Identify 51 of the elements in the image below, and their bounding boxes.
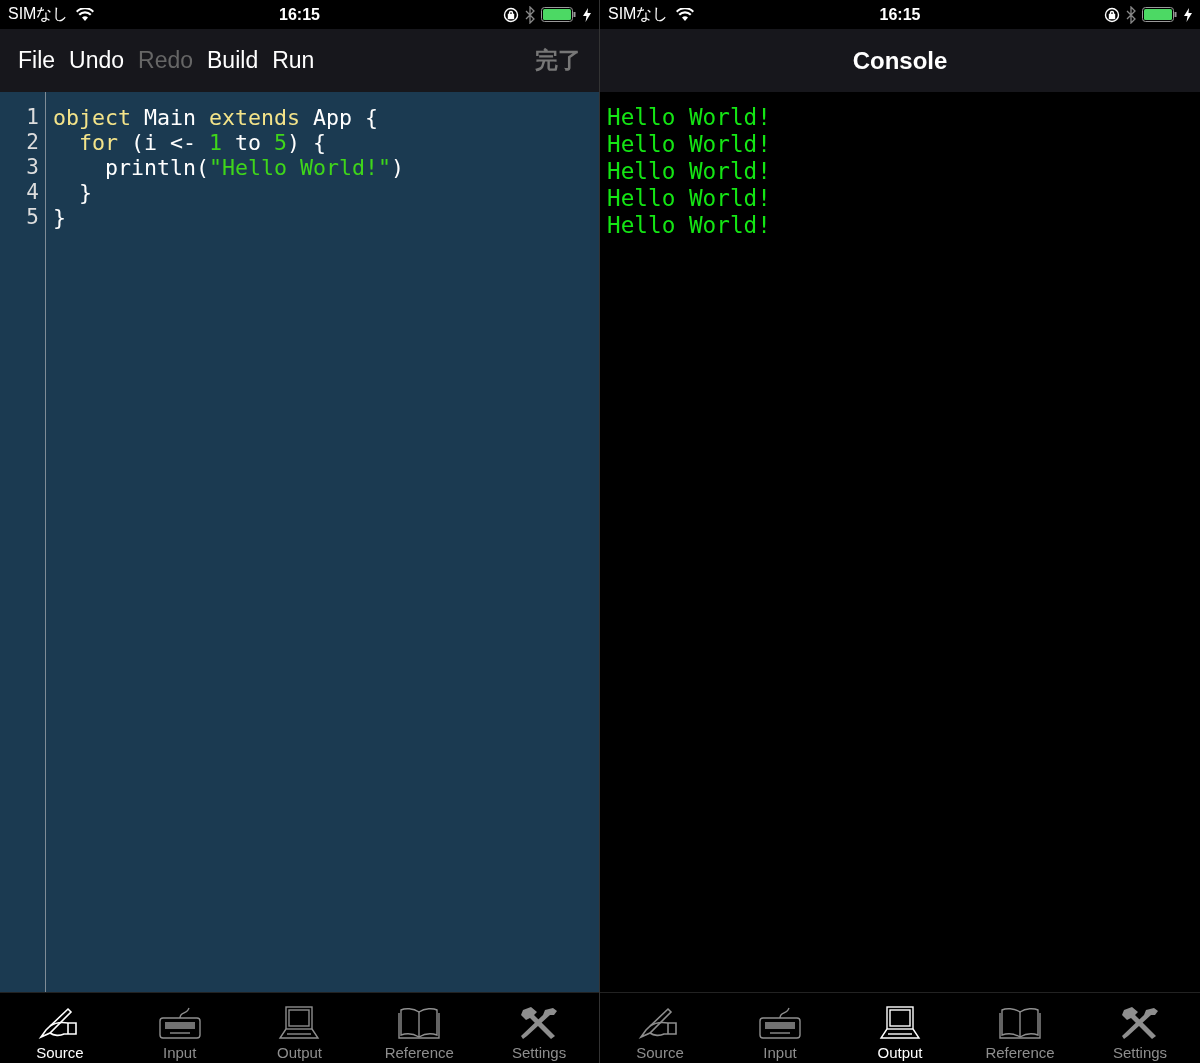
code-line: object Main extends App { — [53, 105, 380, 130]
charging-icon — [583, 7, 591, 22]
computer-icon — [277, 1006, 322, 1040]
line-number: 2 — [25, 130, 40, 155]
output-line: Hello World! — [607, 185, 772, 212]
rotation-lock-icon — [1104, 6, 1120, 23]
toolbar-button[interactable]: File — [18, 47, 56, 74]
keyboard-icon — [157, 1006, 202, 1040]
line-number: 3 — [25, 155, 40, 180]
tab[interactable]: Reference — [359, 993, 480, 1063]
output-line: Hello World! — [607, 104, 772, 131]
tab[interactable]: Source — [600, 993, 720, 1063]
carrier-label: SIMなし — [608, 4, 669, 24]
computer-icon — [878, 1006, 922, 1040]
line-number: 1 — [25, 105, 40, 130]
tab[interactable]: Output — [239, 993, 360, 1063]
carrier-label: SIMなし — [8, 4, 69, 24]
tab[interactable]: Input — [119, 993, 240, 1063]
tab[interactable]: Source — [0, 993, 120, 1063]
charging-icon — [1184, 7, 1192, 22]
toolbar-button[interactable]: Run — [272, 47, 315, 74]
battery-icon — [541, 7, 577, 22]
battery-icon — [1142, 7, 1178, 22]
clock-time: 16:15 — [879, 5, 921, 24]
code-editor[interactable]: 1 2 3 4 5 object Main extends App { for (i <- 1 to 5) { println("Hello World!") } } — [0, 92, 599, 992]
toolbar-button[interactable]: Build — [207, 47, 259, 74]
tab[interactable]: Reference — [960, 993, 1080, 1063]
screen-title: Console — [851, 46, 949, 75]
bluetooth-icon — [1126, 5, 1136, 24]
code-line: println("Hello World!") — [104, 155, 405, 180]
toolbar-button[interactable]: Undo — [69, 47, 125, 74]
clock-time: 16:15 — [279, 5, 320, 24]
bluetooth-icon — [525, 5, 535, 24]
book-icon — [998, 1006, 1042, 1040]
output-line: Hello World! — [607, 131, 772, 158]
tab[interactable]: Settings — [1080, 993, 1200, 1063]
line-number: 4 — [25, 180, 40, 205]
line-number: 5 — [25, 205, 40, 230]
output-line: Hello World! — [607, 158, 772, 185]
code-line: } — [78, 180, 93, 205]
wifi-icon — [676, 8, 695, 21]
output-line: Hello World! — [607, 212, 772, 239]
tab[interactable]: Input — [720, 993, 840, 1063]
tab[interactable]: Settings — [479, 993, 599, 1063]
code-line: } — [53, 205, 67, 230]
tab[interactable]: Output — [840, 993, 960, 1063]
wifi-icon — [76, 8, 95, 21]
code-line: for (i <- 1 to 5) { — [78, 130, 328, 155]
keyboard-icon — [758, 1006, 802, 1040]
book-icon — [397, 1006, 442, 1040]
rotation-lock-icon — [503, 6, 519, 23]
